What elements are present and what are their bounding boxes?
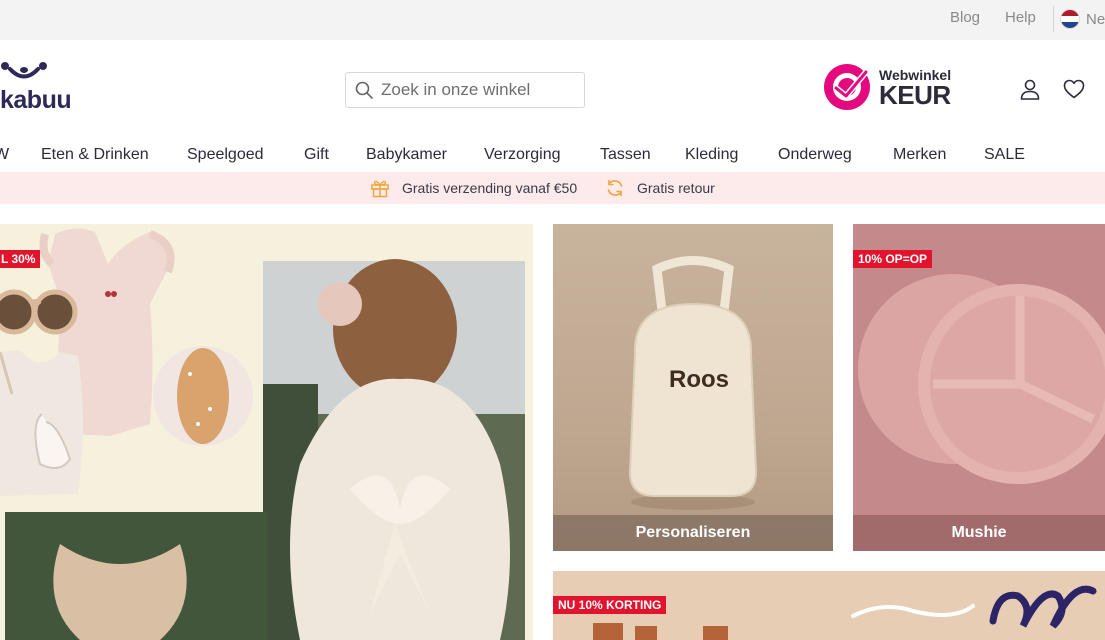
usp-free-returns: Gratis retour: [605, 178, 715, 198]
page: Blog Help Ne kabuu Zoek in onze winkel W…: [0, 0, 1105, 640]
discount-tag: NU 10% KORTING: [553, 596, 667, 614]
suction-plate-product-image: [858, 274, 1105, 484]
hero-collage-image: [0, 228, 525, 640]
discount-tag: 10% OP=OP: [853, 250, 933, 268]
help-link[interactable]: Help: [1005, 9, 1036, 26]
keur-check-badge-icon: [824, 64, 870, 110]
nav-item-onderweg[interactable]: Onderweg: [778, 146, 852, 164]
nav-item-tassen[interactable]: Tassen: [600, 146, 651, 164]
main-navigation: W Eten & Drinken Speelgoed Gift Babykame…: [0, 142, 1105, 170]
nav-item-babykamer[interactable]: Babykamer: [366, 146, 447, 164]
tile-back-promo[interactable]: NU 10% KORTING: [553, 571, 1105, 640]
blog-link[interactable]: Blog: [950, 9, 980, 26]
keur-line2: KEUR: [879, 80, 951, 110]
nav-item-w[interactable]: W: [0, 146, 9, 164]
usp-returns-text: Gratis retour: [637, 180, 715, 196]
search-input[interactable]: [381, 80, 571, 100]
personalised-name-text: Roos: [669, 366, 729, 393]
hero-banner[interactable]: L 30%: [0, 224, 533, 640]
usp-free-shipping: Gratis verzending vanaf €50: [370, 178, 577, 198]
webwinkel-keur-badge[interactable]: Webwinkel KEUR: [822, 62, 962, 112]
gift-box-icon: [371, 180, 389, 198]
discount-tag: L 30%: [0, 250, 41, 268]
kabuu-logo[interactable]: kabuu: [0, 58, 90, 118]
nav-item-eten-drinken[interactable]: Eten & Drinken: [41, 146, 149, 164]
logo-wordmark: kabuu: [0, 86, 72, 114]
nav-item-verzorging[interactable]: Verzorging: [484, 146, 561, 164]
language-selector[interactable]: Ne: [1060, 8, 1105, 30]
nav-item-gift[interactable]: Gift: [304, 146, 329, 164]
tile-caption-personaliseren: Personaliseren: [553, 515, 833, 551]
tile-caption-mushie: Mushie: [853, 515, 1105, 551]
refresh-arrows-icon: [607, 179, 623, 197]
language-code: Ne: [1086, 10, 1105, 28]
nav-item-speelgoed[interactable]: Speelgoed: [187, 146, 264, 164]
tile-mushie[interactable]: 10% OP=OP Mushie: [853, 224, 1105, 551]
usp-shipping-text: Gratis verzending vanaf €50: [402, 180, 578, 196]
user-icon[interactable]: [1018, 77, 1042, 101]
divider: [1053, 6, 1054, 32]
bear-face-icon: [1, 62, 47, 79]
utility-bar: Blog Help Ne: [0, 0, 1105, 40]
nav-item-kleding[interactable]: Kleding: [685, 146, 738, 164]
search-box[interactable]: [345, 72, 585, 108]
nav-item-sale[interactable]: SALE: [984, 146, 1025, 164]
nav-item-merken[interactable]: Merken: [893, 146, 946, 164]
usp-bar: Gratis verzending vanaf €50 Gratis retou…: [0, 172, 1105, 204]
heart-icon[interactable]: [1062, 77, 1086, 101]
netherlands-flag-icon: [1060, 9, 1080, 29]
tile-personaliseren[interactable]: Roos Personaliseren: [553, 224, 833, 551]
search-icon: [355, 81, 373, 99]
